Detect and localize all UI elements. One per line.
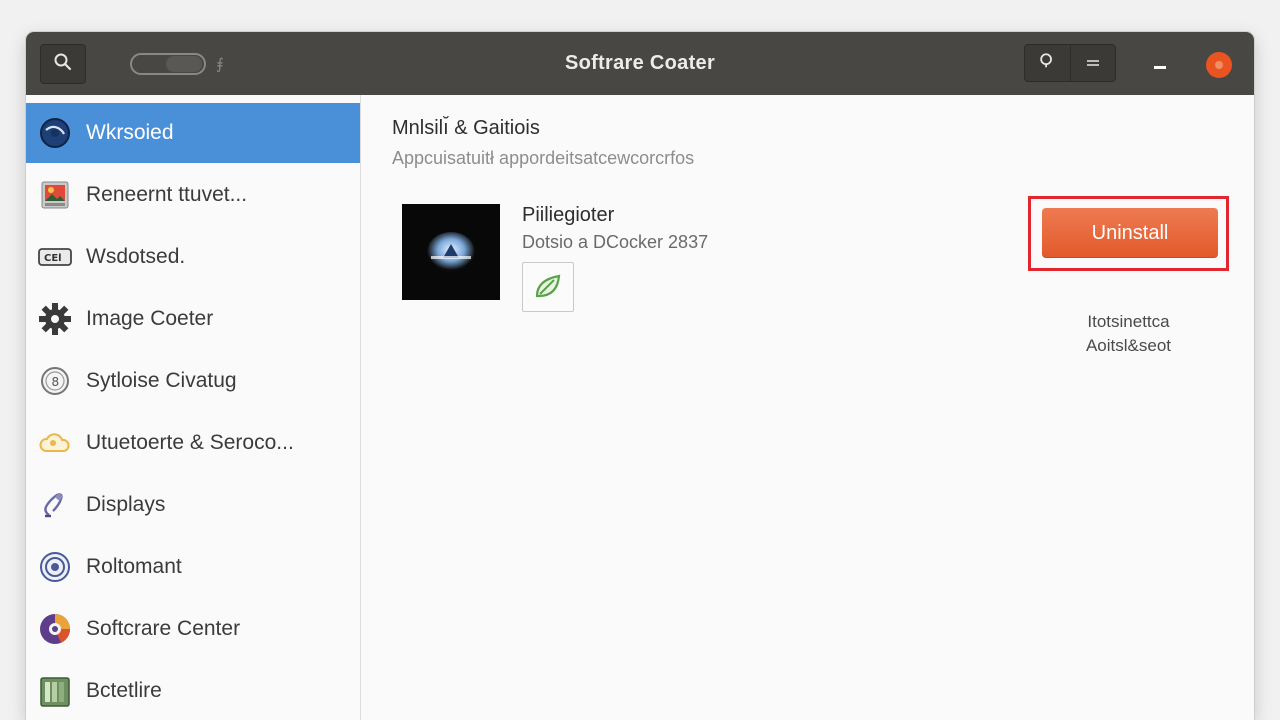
leaf-badge-icon	[522, 262, 574, 312]
section-subtitle: Appcuisatuitł appordeitsatcewcorcrfos	[392, 148, 695, 168]
sidebar-item-label: Bctetlire	[86, 679, 162, 702]
svg-text:CEl: CEl	[44, 253, 62, 264]
sidebar-item-bctetlire[interactable]: Bctetlire	[26, 661, 360, 720]
battery-icon	[38, 674, 72, 708]
privacy-icon	[38, 550, 72, 584]
sidebar-item-label: Roltomant	[86, 555, 182, 578]
sidebar-item-software-center[interactable]: Softcrare Center	[26, 599, 360, 659]
section-title: Mnlsilı̆ & Gaitiois	[392, 117, 540, 139]
photo-icon	[38, 178, 72, 212]
hamburger-menu-icon	[1085, 54, 1101, 73]
search-icon	[1038, 52, 1056, 74]
uninstall-note-line-1: Itotsinettca	[1087, 312, 1170, 331]
minimize-button[interactable]	[1148, 54, 1172, 74]
app-name: Piiliegioter	[522, 204, 615, 226]
info-icon: 8	[38, 364, 72, 398]
uninstall-note-line-2: Aoitsl&seot	[1085, 336, 1172, 355]
sidebar-item-label: Reneernt ttuvet...	[86, 183, 248, 206]
sidebar-item-image-coeter[interactable]: Image Coeter	[26, 289, 360, 349]
sidebar-item-label: Sytloise Civatug	[86, 369, 237, 392]
minimize-icon	[1153, 55, 1167, 74]
app-meta: Dotsio a DCocker 2837	[522, 232, 709, 252]
globe-icon	[38, 116, 72, 150]
card-icon: CEl	[38, 240, 72, 274]
sidebar-item-label: Wsdotsed.	[86, 245, 186, 268]
sidebar-item-displays[interactable]: Displays	[26, 475, 360, 535]
cloud-icon	[38, 426, 72, 460]
app-thumbnail-icon	[402, 204, 500, 300]
header-search-toggle[interactable]	[1025, 45, 1070, 81]
header-menu-button[interactable]	[1069, 45, 1116, 81]
sidebar-item-label: Wkrsoied	[86, 121, 174, 144]
display-icon	[38, 488, 72, 522]
sidebar-item-label: Image Coeter	[86, 307, 214, 330]
uninstall-button[interactable]: Uninstall	[1042, 208, 1218, 258]
sidebar-item-label: Softcrare Center	[86, 617, 241, 640]
header-right-button-group	[1024, 44, 1116, 82]
sidebar-item-sytloise[interactable]: 8 Sytloise Civatug	[26, 351, 360, 411]
software-center-window: ⨎ Softrare Coater Wkrsoied Reneernt ttuv…	[26, 32, 1254, 720]
sidebar: Wkrsoied Reneernt ttuvet... CEl Wsdotsed…	[26, 95, 361, 720]
gear-icon	[38, 302, 72, 336]
title-bar: ⨎ Softrare Coater	[26, 32, 1254, 95]
sidebar-item-utuetoerte[interactable]: Utuetoerte & Seroco...	[26, 413, 360, 473]
sidebar-item-label: Utuetoerte & Seroco...	[86, 431, 294, 454]
sidebar-item-label: Displays	[86, 493, 166, 516]
close-button[interactable]	[1206, 52, 1232, 78]
software-center-icon	[38, 612, 72, 646]
sidebar-item-wsdotsed[interactable]: CEl Wsdotsed.	[26, 227, 360, 287]
close-icon	[1215, 61, 1223, 69]
sidebar-item-roltomant[interactable]: Roltomant	[26, 537, 360, 597]
sidebar-item-wkrsoied[interactable]: Wkrsoied	[26, 103, 360, 163]
svg-text:8: 8	[52, 375, 60, 389]
sidebar-item-recent[interactable]: Reneernt ttuvet...	[26, 165, 360, 225]
main-content: Mnlsilı̆ & Gaitiois Appcuisatuitł appord…	[361, 95, 1254, 720]
